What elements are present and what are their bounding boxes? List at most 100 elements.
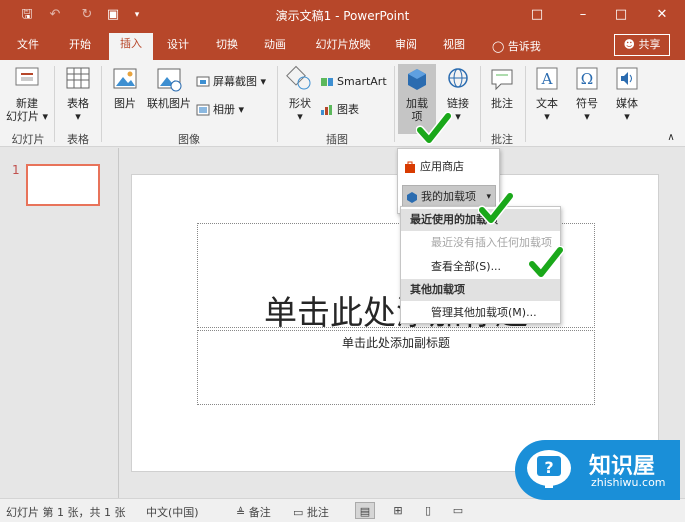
store-label: 应用商店 <box>420 160 464 173</box>
tab-file[interactable]: 文件 <box>8 37 48 57</box>
check-mark-icon <box>478 192 514 225</box>
group-slides-label: 幻灯片 <box>11 133 45 146</box>
separator <box>54 66 55 142</box>
smartart-label: SmartArt <box>337 75 387 88</box>
pane-splitter[interactable] <box>118 148 119 498</box>
comments-label: 批注 <box>306 506 329 519</box>
group-tables-label: 表格 <box>67 133 89 146</box>
thumbnail-number: 1 <box>12 163 20 177</box>
album-label: 相册 <box>213 103 235 116</box>
close-button[interactable]: ✕ <box>648 4 676 26</box>
media-button[interactable]: 媒体 ▾ <box>610 64 644 123</box>
table-button[interactable]: 表格 ▾ <box>60 64 96 123</box>
status-bar: 幻灯片 第 1 张，共 1 张 中文(中国) ≜ 备注 ▭ 批注 ▤ ⊞ ▯ ▭ <box>0 498 685 522</box>
links-label: 链接 <box>447 97 469 110</box>
slide-canvas: 单击此处添加标题 单击此处添加副标题 <box>131 174 659 472</box>
table-label: 表格 <box>67 97 89 110</box>
tab-animations[interactable]: 动画 <box>255 37 295 57</box>
store-icon <box>405 161 415 173</box>
slide-count-status: 幻灯片 第 1 张，共 1 张 <box>6 506 126 519</box>
normal-view-icon[interactable]: ▤ <box>355 502 375 519</box>
media-label: 媒体 <box>616 97 638 110</box>
smartart-icon <box>321 78 333 86</box>
my-addins-icon <box>407 192 417 203</box>
slide-sorter-view-icon[interactable]: ⊞ <box>388 502 408 519</box>
picture-label: 图片 <box>114 97 136 110</box>
present-from-start-icon[interactable]: ▣ <box>104 6 122 24</box>
site-watermark: ? 知识屋 zhishiwu.com <box>515 440 680 500</box>
tab-insert[interactable]: 插入 <box>109 33 153 60</box>
screenshot-icon <box>196 76 210 87</box>
text-button[interactable]: A 文本 ▾ <box>530 64 564 123</box>
separator <box>277 66 278 142</box>
online-pictures-label: 联机图片 <box>147 97 191 110</box>
customize-toolbar-icon[interactable]: ▾ <box>128 6 146 24</box>
tell-me[interactable]: ◯ 告诉我 <box>492 38 541 54</box>
collapse-ribbon-icon[interactable]: ∧ <box>664 132 678 143</box>
share-button[interactable]: ☻ 共享 <box>614 34 670 56</box>
reading-view-icon[interactable]: ▯ <box>418 502 438 519</box>
symbols-button[interactable]: Ω 符号 ▾ <box>570 64 604 123</box>
svg-text:?: ? <box>544 458 553 477</box>
picture-button[interactable]: 图片 <box>108 64 142 110</box>
subtitle-placeholder[interactable]: 单击此处添加副标题 <box>197 330 595 405</box>
tell-me-label: 告诉我 <box>507 40 541 53</box>
tab-home[interactable]: 开始 <box>60 37 100 57</box>
shapes-label: 形状 <box>289 97 311 110</box>
chevron-down-icon: ▾ <box>544 110 550 123</box>
tab-design[interactable]: 设计 <box>158 37 198 57</box>
save-icon[interactable]: 🖫 <box>18 6 36 24</box>
tab-transitions[interactable]: 切换 <box>207 37 247 57</box>
store-menu-item[interactable]: 应用商店 <box>404 156 464 178</box>
tab-view[interactable]: 视图 <box>434 37 474 57</box>
slide-thumbnail[interactable] <box>26 164 100 206</box>
comment-label: 批注 <box>491 97 513 110</box>
minimize-button[interactable]: – <box>569 4 597 26</box>
subtitle-placeholder-text: 单击此处添加副标题 <box>341 336 450 350</box>
smartart-button[interactable]: SmartArt <box>320 73 387 91</box>
screenshot-button[interactable]: 屏幕截图 ▾ <box>196 73 266 91</box>
language-status[interactable]: 中文(中国) <box>146 504 199 520</box>
ribbon-tabs: 文件 开始 插入 设计 切换 动画 幻灯片放映 审阅 视图 ◯ 告诉我 ☻ 共享 <box>0 30 685 60</box>
screenshot-label: 屏幕截图 <box>213 75 257 88</box>
comments-icon: ▭ <box>293 506 304 519</box>
undo-icon[interactable]: ↶ <box>46 6 64 24</box>
chevron-down-icon: ▾ <box>297 110 303 123</box>
new-slide-button[interactable]: 新建 幻灯片 ▾ <box>4 64 50 123</box>
separator <box>101 66 102 142</box>
comment-button[interactable]: 批注 <box>485 64 519 110</box>
notes-toggle[interactable]: ≜ 备注 <box>236 504 271 520</box>
globe-link-icon <box>448 68 468 88</box>
maximize-button[interactable]: □ <box>607 4 635 26</box>
album-icon <box>196 104 210 116</box>
album-button[interactable]: 相册 ▾ <box>196 101 244 119</box>
tab-review[interactable]: 审阅 <box>386 37 426 57</box>
separator <box>394 66 395 142</box>
addins-icon <box>408 69 426 90</box>
help-monitor-icon: ? <box>527 450 571 488</box>
new-slide-icon <box>15 67 39 86</box>
text-label: 文本 <box>536 97 558 110</box>
redo-icon[interactable]: ↻ <box>78 6 96 24</box>
comments-toggle[interactable]: ▭ 批注 <box>293 504 329 520</box>
ribbon-display-options-icon[interactable]: □ <box>523 4 551 26</box>
online-pictures-button[interactable]: 联机图片 <box>145 64 193 110</box>
separator <box>525 66 526 142</box>
shapes-icon <box>286 65 311 90</box>
chart-button[interactable]: 图表 <box>320 101 359 119</box>
check-mark-icon <box>416 112 452 145</box>
check-mark-icon <box>528 246 564 279</box>
omega-icon: Ω <box>576 67 598 90</box>
tab-slideshow[interactable]: 幻灯片放映 <box>308 37 378 57</box>
symbols-label: 符号 <box>576 97 598 110</box>
table-icon <box>66 67 90 89</box>
group-illustrations-label: 插图 <box>326 133 348 146</box>
chevron-down-icon: ▾ <box>624 110 630 123</box>
shapes-button[interactable]: 形状 ▾ <box>283 64 317 123</box>
share-label: 共享 <box>638 38 661 51</box>
slideshow-view-icon[interactable]: ▭ <box>448 502 468 519</box>
manage-other-addins-item[interactable]: 管理其他加载项(M)... <box>401 302 560 324</box>
svg-text:A: A <box>541 70 553 88</box>
slide-thumbnails-pane: 1 <box>0 148 118 498</box>
lightbulb-icon: ◯ <box>492 40 505 53</box>
